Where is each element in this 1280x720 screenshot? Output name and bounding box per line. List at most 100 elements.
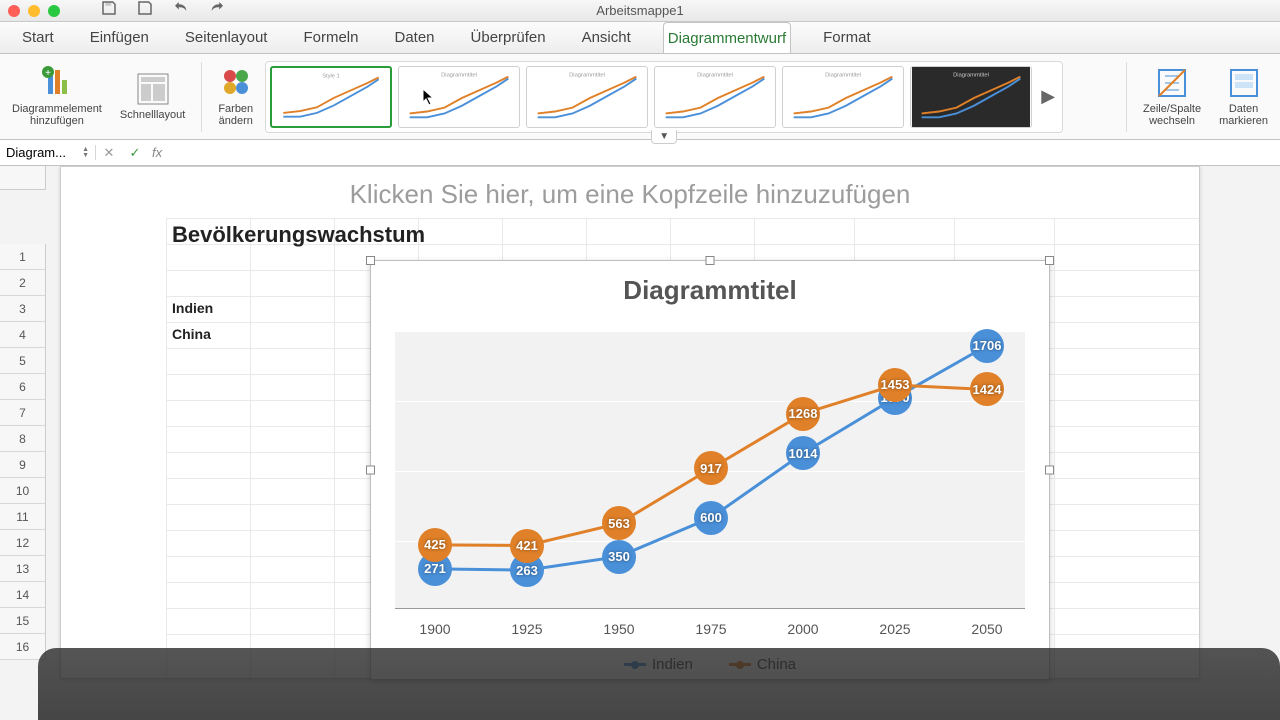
ribbon-tab-diagrammentwurf[interactable]: Diagrammentwurf	[663, 22, 791, 53]
row-header-15[interactable]: 15	[0, 608, 46, 634]
x-axis-label-1975: 1975	[695, 621, 726, 637]
cell-A1[interactable]: Bevölkerungswachstum	[166, 218, 431, 252]
zoom-window-icon[interactable]	[48, 5, 60, 17]
name-box-stepper-icon[interactable]: ▲▼	[82, 147, 89, 159]
embedded-chart[interactable]: Diagrammtitel 27126335060010141370170642…	[370, 260, 1050, 680]
window-controls[interactable]	[8, 5, 60, 17]
data-marker-china-2025[interactable]: 1453	[878, 368, 912, 402]
chart-style-thumb-1[interactable]: Style 1	[270, 66, 392, 128]
svg-text:Diagrammtitel: Diagrammtitel	[953, 72, 989, 78]
svg-text:+: +	[45, 68, 51, 79]
quick-layout-label: Schnelllayout	[120, 109, 185, 121]
page-header-placeholder[interactable]: Klicken Sie hier, um eine Kopfzeile hinz…	[61, 167, 1199, 218]
ribbon-tab-ansicht[interactable]: Ansicht	[578, 22, 635, 53]
select-data-button[interactable]: Daten markieren	[1213, 64, 1274, 129]
chart-style-thumb-5[interactable]: Diagrammtitel	[782, 66, 904, 128]
select-data-icon	[1227, 66, 1261, 100]
redo-icon[interactable]	[208, 0, 226, 22]
row-header-13[interactable]: 13	[0, 556, 46, 582]
data-marker-indien-2000[interactable]: 1014	[786, 436, 820, 470]
data-marker-china-2000[interactable]: 1268	[786, 397, 820, 431]
data-marker-china-1950[interactable]: 563	[602, 506, 636, 540]
row-header-5[interactable]: 5	[0, 348, 46, 374]
x-axis-label-1925: 1925	[511, 621, 542, 637]
svg-text:Diagrammtitel: Diagrammtitel	[569, 72, 605, 78]
row-header-6[interactable]: 6	[0, 374, 46, 400]
save-icon[interactable]	[100, 0, 118, 22]
video-overlay	[38, 648, 1280, 720]
switch-row-column-button[interactable]: Zeile/Spalte wechseln	[1137, 64, 1207, 129]
ribbon-tab-start[interactable]: Start	[18, 22, 58, 53]
name-box[interactable]: Diagram... ▲▼	[0, 145, 96, 160]
name-box-value: Diagram...	[6, 145, 66, 160]
row-header-12[interactable]: 12	[0, 530, 46, 556]
row-header-7[interactable]: 7	[0, 400, 46, 426]
formula-input[interactable]	[166, 145, 1280, 160]
ribbon-tab-überprüfen[interactable]: Überprüfen	[467, 22, 550, 53]
chart-style-thumb-2[interactable]: Diagrammtitel	[398, 66, 520, 128]
cell-A4[interactable]: Indien	[166, 296, 219, 320]
add-chart-element-icon: +	[40, 66, 74, 100]
minimize-window-icon[interactable]	[28, 5, 40, 17]
row-header-14[interactable]: 14	[0, 582, 46, 608]
x-axis-label-1900: 1900	[419, 621, 450, 637]
ribbon-content: + Diagrammelement hinzufügen Schnelllayo…	[0, 54, 1280, 140]
row-header-8[interactable]: 8	[0, 426, 46, 452]
ribbon-tab-format[interactable]: Format	[819, 22, 875, 53]
chart-styles-gallery[interactable]: Style 1 Diagrammtitel Diagrammtitel Diag…	[265, 61, 1063, 133]
close-window-icon[interactable]	[8, 5, 20, 17]
x-axis-label-2000: 2000	[787, 621, 818, 637]
quick-access-toolbar	[100, 0, 226, 22]
formula-cancel-button[interactable]: ✕	[96, 145, 122, 161]
switch-row-column-icon	[1155, 66, 1189, 100]
row-header-9[interactable]: 9	[0, 452, 46, 478]
chart-style-thumb-4[interactable]: Diagrammtitel	[654, 66, 776, 128]
change-colors-label: Farben ändern	[218, 103, 253, 127]
row-header-2[interactable]: 2	[0, 270, 46, 296]
add-chart-element-button[interactable]: + Diagrammelement hinzufügen	[6, 64, 108, 129]
switch-row-column-label: Zeile/Spalte wechseln	[1143, 103, 1201, 127]
data-marker-china-1925[interactable]: 421	[510, 529, 544, 563]
chart-style-thumb-6[interactable]: Diagrammtitel	[910, 66, 1032, 128]
ribbon-tabs: Start Einfügen Seitenlayout Formeln Daten Übe…	[0, 22, 1280, 54]
change-colors-icon	[219, 66, 253, 100]
ribbon-tab-seitenlayout[interactable]: Seitenlayout	[181, 22, 272, 53]
chart-inner: Diagrammtitel 27126335060010141370170642…	[371, 261, 1049, 679]
row-header-11[interactable]: 11	[0, 504, 46, 530]
ribbon-tab-daten[interactable]: Daten	[390, 22, 438, 53]
quick-layout-icon	[136, 72, 170, 106]
undo-icon[interactable]	[172, 0, 190, 22]
data-marker-indien-1950[interactable]: 350	[602, 540, 636, 574]
ribbon-tab-formeln[interactable]: Formeln	[299, 22, 362, 53]
x-axis-label-2025: 2025	[879, 621, 910, 637]
select-all-corner[interactable]	[0, 166, 46, 190]
quick-layout-button[interactable]: Schnelllayout	[114, 70, 191, 123]
data-marker-indien-2050[interactable]: 1706	[970, 329, 1004, 363]
worksheet-area[interactable]: ABCDEFGHIJ 12345678910111213141516 Klick…	[0, 166, 1280, 720]
chart-style-thumb-3[interactable]: Diagrammtitel	[526, 66, 648, 128]
data-marker-indien-1975[interactable]: 600	[694, 501, 728, 535]
document-title: Arbeitsmappe1	[596, 3, 683, 18]
chart-title[interactable]: Diagrammtitel	[371, 275, 1049, 306]
change-colors-button[interactable]: Farben ändern	[212, 64, 259, 129]
row-header-3[interactable]: 3	[0, 296, 46, 322]
row-header-16[interactable]: 16	[0, 634, 46, 660]
gallery-next-button[interactable]: ▶	[1038, 66, 1058, 128]
row-headers[interactable]: 12345678910111213141516	[0, 244, 46, 660]
formula-confirm-button[interactable]: ✓	[122, 145, 148, 161]
data-marker-china-2050[interactable]: 1424	[970, 372, 1004, 406]
gallery-more-button[interactable]: ▼	[651, 130, 677, 144]
chart-plot-area[interactable]: 2712633506001014137017064254215639171268…	[395, 331, 1025, 609]
row-header-1[interactable]: 1	[0, 244, 46, 270]
save-alt-icon[interactable]	[136, 0, 154, 22]
row-header-4[interactable]: 4	[0, 322, 46, 348]
data-marker-china-1900[interactable]: 425	[418, 528, 452, 562]
fx-icon[interactable]: fx	[148, 145, 166, 160]
x-axis-label-2050: 2050	[971, 621, 1002, 637]
ribbon-tab-einfügen[interactable]: Einfügen	[86, 22, 153, 53]
cell-A5[interactable]: China	[166, 322, 217, 346]
titlebar: Arbeitsmappe1	[0, 0, 1280, 22]
add-chart-element-label: Diagrammelement hinzufügen	[12, 103, 102, 127]
row-header-10[interactable]: 10	[0, 478, 46, 504]
data-marker-china-1975[interactable]: 917	[694, 451, 728, 485]
